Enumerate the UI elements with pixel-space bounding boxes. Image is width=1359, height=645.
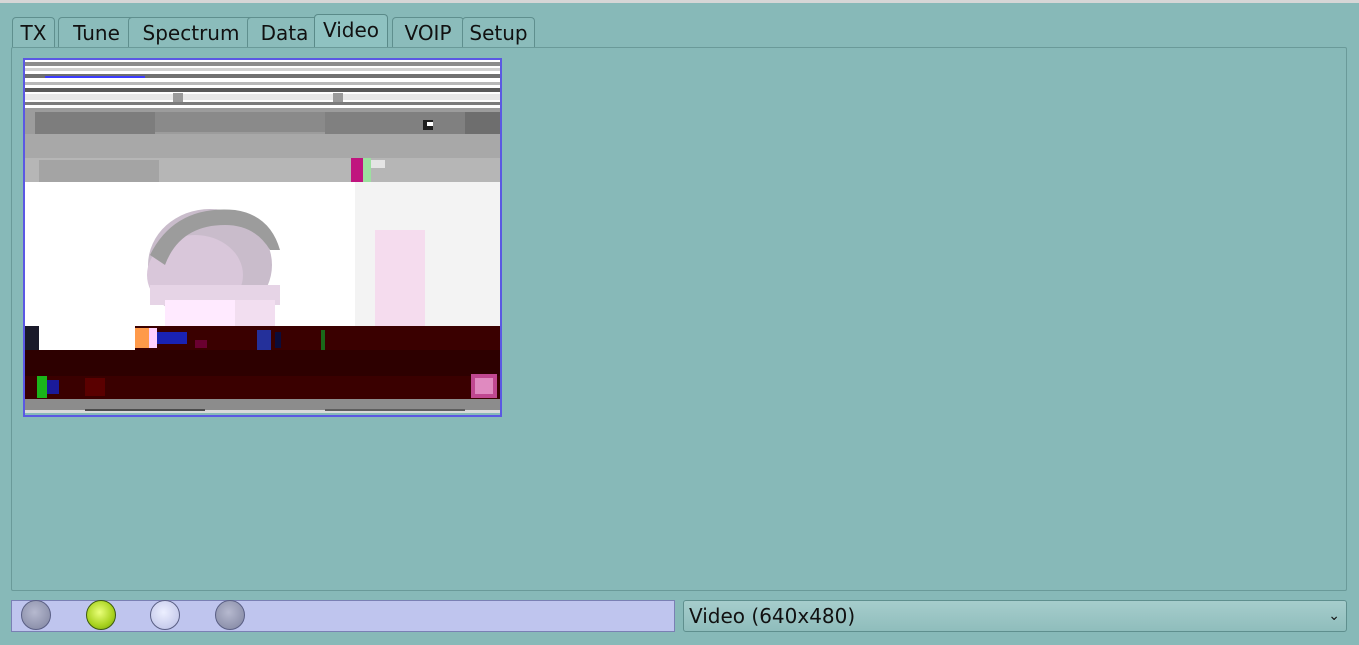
status-led-1 [21, 600, 51, 630]
chevron-down-icon[interactable]: ⌄ [1328, 601, 1340, 631]
status-led-3 [150, 600, 180, 630]
tab-tune[interactable]: Tune [58, 17, 135, 47]
tab-data[interactable]: Data [247, 17, 322, 47]
tab-spectrum[interactable]: Spectrum [128, 17, 254, 47]
status-led-2 [86, 600, 116, 630]
status-led-4 [215, 600, 245, 630]
tab-tx[interactable]: TX [12, 17, 55, 47]
tab-video[interactable]: Video [314, 14, 388, 48]
video-mode-value: Video (640x480) [689, 604, 856, 628]
tab-setup[interactable]: Setup [462, 17, 535, 47]
video-mode-select[interactable]: Video (640x480) ⌄ [683, 600, 1347, 632]
window-top-edge [0, 0, 1359, 3]
received-video-frame [23, 58, 502, 417]
video-image [25, 60, 500, 413]
tab-voip[interactable]: VOIP [392, 17, 464, 47]
status-bar [11, 600, 675, 632]
